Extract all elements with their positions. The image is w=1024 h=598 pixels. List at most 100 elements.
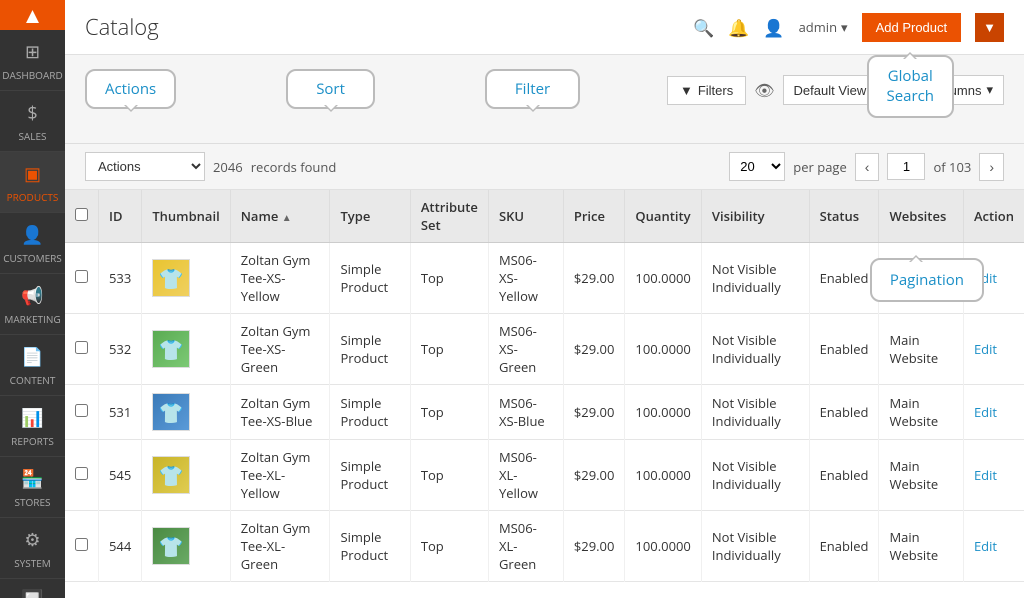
row-type: Simple Product: [330, 511, 410, 582]
shirt-icon: 👕: [159, 533, 184, 560]
col-sku: SKU: [488, 190, 563, 243]
actions-select[interactable]: Actions: [85, 152, 205, 181]
row-sku: MS06-XS-Yellow: [488, 243, 563, 314]
row-websites: Main Website: [879, 314, 963, 385]
sidebar-item-stores[interactable]: 🏪 Stores: [0, 457, 65, 518]
row-attribute-set: Top: [410, 385, 488, 440]
row-price: $29.00: [563, 243, 625, 314]
bell-icon[interactable]: 🔔: [728, 16, 749, 39]
global-search-callout: GlobalSearch: [867, 55, 955, 118]
table-row: 545 👕 Zoltan Gym Tee-XL-Yellow Simple Pr…: [65, 440, 1024, 511]
sidebar: ▲ ⊞ Dashboard $ Sales ▣ Products 👤 Custo…: [0, 0, 65, 598]
sidebar-item-label: Products: [7, 190, 59, 204]
col-name[interactable]: Name ▲: [230, 190, 330, 243]
sidebar-item-label: Dashboard: [2, 68, 62, 82]
next-page-button[interactable]: ›: [979, 153, 1004, 181]
row-checkbox[interactable]: [75, 270, 88, 283]
page-number-input[interactable]: [887, 153, 925, 180]
row-checkbox[interactable]: [75, 404, 88, 417]
add-product-button[interactable]: Add Product: [862, 13, 962, 42]
admin-label[interactable]: admin ▾: [799, 18, 848, 36]
row-id: 531: [99, 385, 142, 440]
sales-icon: $: [27, 101, 37, 125]
col-attribute-set: AttributeSet: [410, 190, 488, 243]
row-name: Zoltan Gym Tee-XS-Yellow: [230, 243, 330, 314]
row-id: 544: [99, 511, 142, 582]
sidebar-item-content[interactable]: 📄 Content: [0, 335, 65, 396]
row-action: Edit: [963, 385, 1024, 440]
row-price: $29.00: [563, 440, 625, 511]
row-thumbnail: 👕: [142, 385, 230, 440]
sidebar-item-partners[interactable]: 🔲 Find Partners & Extensions: [0, 579, 65, 598]
sidebar-item-system[interactable]: ⚙ System: [0, 518, 65, 579]
sidebar-item-label: Reports: [11, 434, 54, 448]
sidebar-item-reports[interactable]: 📊 Reports: [0, 396, 65, 457]
row-name: Zoltan Gym Tee-XS-Green: [230, 314, 330, 385]
row-checkbox-cell: [65, 440, 99, 511]
row-status: Enabled: [809, 511, 879, 582]
sidebar-item-products[interactable]: ▣ Products: [0, 152, 65, 213]
row-websites: Main Website: [879, 511, 963, 582]
partners-icon: 🔲: [21, 589, 43, 598]
products-icon: ▣: [24, 162, 41, 186]
col-websites: Websites: [879, 190, 963, 243]
marketing-icon: 📢: [21, 284, 43, 308]
per-page-label: per page: [793, 158, 846, 176]
table-row: 531 👕 Zoltan Gym Tee-XS-Blue Simple Prod…: [65, 385, 1024, 440]
row-checkbox[interactable]: [75, 341, 88, 354]
content-icon: 📄: [21, 345, 43, 369]
pagination-label: Pagination: [890, 270, 964, 290]
row-attribute-set: Top: [410, 511, 488, 582]
sidebar-item-label: Stores: [15, 495, 51, 509]
edit-link[interactable]: Edit: [974, 403, 997, 421]
page-header: Catalog 🔍 🔔 👤 admin ▾ Add Product ▼: [65, 0, 1024, 55]
edit-link[interactable]: Edit: [974, 537, 997, 555]
add-product-dropdown-button[interactable]: ▼: [975, 13, 1004, 42]
row-visibility: Not Visible Individually: [701, 243, 809, 314]
shirt-icon: 👕: [159, 336, 184, 363]
toolbar2: Actions 2046 records found 20 30 50 100 …: [65, 144, 1024, 190]
row-type: Simple Product: [330, 243, 410, 314]
row-thumbnail: 👕: [142, 440, 230, 511]
sidebar-item-sales[interactable]: $ Sales: [0, 91, 65, 152]
record-count: 2046: [213, 158, 243, 176]
search-icon[interactable]: 🔍: [693, 16, 714, 39]
row-status: Enabled: [809, 243, 879, 314]
table-row: 544 👕 Zoltan Gym Tee-XL-Green Simple Pro…: [65, 511, 1024, 582]
row-id: 545: [99, 440, 142, 511]
shirt-icon: 👕: [159, 462, 184, 489]
actions-callout: Actions: [85, 69, 176, 109]
toolbar2-left: Actions 2046 records found: [85, 152, 336, 181]
row-checkbox[interactable]: [75, 538, 88, 551]
col-quantity: Quantity: [625, 190, 701, 243]
edit-link[interactable]: Edit: [974, 340, 997, 358]
product-table-wrapper: ID Thumbnail Name ▲ Type AttributeSet SK…: [65, 190, 1024, 598]
row-status: Enabled: [809, 385, 879, 440]
row-websites: Main Website: [879, 440, 963, 511]
select-all-checkbox[interactable]: [75, 208, 88, 221]
row-attribute-set: Top: [410, 243, 488, 314]
stores-icon: 🏪: [21, 467, 43, 491]
system-icon: ⚙: [24, 528, 40, 552]
per-page-select[interactable]: 20 30 50 100: [729, 152, 785, 181]
row-visibility: Not Visible Individually: [701, 511, 809, 582]
row-quantity: 100.0000: [625, 243, 701, 314]
global-search-label: GlobalSearch: [887, 66, 935, 106]
shirt-icon: 👕: [159, 399, 184, 426]
row-checkbox-cell: [65, 314, 99, 385]
row-checkbox-cell: [65, 511, 99, 582]
total-pages-label: of 103: [933, 158, 971, 176]
row-checkbox[interactable]: [75, 467, 88, 480]
filters-button[interactable]: ▼ Filters: [667, 76, 746, 105]
product-thumbnail: 👕: [152, 456, 190, 494]
prev-page-button[interactable]: ‹: [855, 153, 880, 181]
edit-link[interactable]: Edit: [974, 466, 997, 484]
product-thumbnail: 👕: [152, 259, 190, 297]
sidebar-item-dashboard[interactable]: ⊞ Dashboard: [0, 30, 65, 91]
sidebar-item-customers[interactable]: 👤 Customers: [0, 213, 65, 274]
shirt-icon: 👕: [159, 265, 184, 292]
row-sku: MS06-XS-Green: [488, 314, 563, 385]
sidebar-item-marketing[interactable]: 📢 Marketing: [0, 274, 65, 335]
table-row: 532 👕 Zoltan Gym Tee-XS-Green Simple Pro…: [65, 314, 1024, 385]
row-sku: MS06-XS-Blue: [488, 385, 563, 440]
